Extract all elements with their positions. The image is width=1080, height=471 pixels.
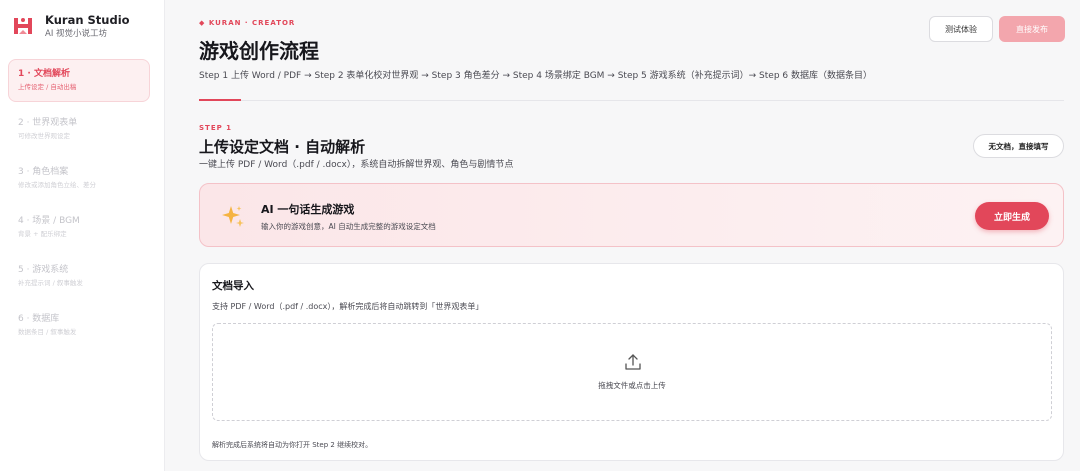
test-experience-button[interactable]: 测试体验: [929, 16, 993, 42]
sidebar-item-subtitle: 可修改世界观设定: [18, 132, 70, 140]
sidebar-item-game-system[interactable]: 5 · 游戏系统 补充提示词 / 叙事触发: [8, 255, 150, 298]
page-title: 游戏创作流程: [199, 39, 319, 63]
sidebar-item-document-parse[interactable]: 1 · 文档解析 上传设定 / 自动出稿: [8, 59, 150, 102]
brand[interactable]: Kuran Studio AI 视觉小说工坊: [9, 12, 130, 40]
sparkle-icon: [222, 206, 244, 227]
dropzone-text: 拖拽文件或点击上传: [598, 381, 666, 390]
kuran-logo-icon: [9, 12, 37, 40]
import-description: 支持 PDF / Word（.pdf / .docx），解析完成后将自动跳转到「…: [212, 302, 484, 311]
sidebar-item-title: 3 · 角色档案: [18, 167, 69, 177]
step-overview: Step 1 上传 Word / PDF → Step 2 表单化校对世界观 →…: [199, 71, 872, 81]
ai-card-title: AI 一句话生成游戏: [261, 203, 355, 216]
sidebar-item-subtitle: 补充提示词 / 叙事触发: [18, 279, 83, 287]
document-import-card: 文档导入 支持 PDF / Word（.pdf / .docx），解析完成后将自…: [199, 263, 1064, 461]
section-title: 上传设定文档 · 自动解析: [199, 138, 366, 156]
upload-icon: [625, 354, 641, 370]
sidebar-item-title: 4 · 场景 / BGM: [18, 216, 80, 226]
import-footer-note: 解析完成后系统将自动为你打开 Step 2 继续校对。: [212, 441, 373, 449]
sidebar-item-title: 2 · 世界观表单: [18, 118, 78, 128]
sidebar-item-subtitle: 修改或添加角色立绘、差分: [18, 181, 96, 189]
brand-subtitle: AI 视觉小说工坊: [45, 28, 108, 39]
main-content: ◆ KURAN · CREATOR 游戏创作流程 Step 1 上传 Word …: [165, 0, 1080, 471]
section-description: 一键上传 PDF / Word（.pdf / .docx），系统自动拆解世界观、…: [199, 160, 514, 170]
sidebar-item-title: 6 · 数据库: [18, 314, 60, 324]
import-title: 文档导入: [212, 280, 254, 292]
sidebar-item-title: 1 · 文档解析: [18, 69, 70, 79]
publish-button[interactable]: 直接发布: [999, 16, 1065, 42]
sidebar-item-subtitle: 背景 + 配乐绑定: [18, 230, 67, 238]
sidebar-item-title: 5 · 游戏系统: [18, 265, 69, 275]
generate-now-button[interactable]: 立即生成: [975, 202, 1049, 230]
step-label: STEP 1: [199, 124, 233, 132]
ai-card-description: 输入你的游戏创意，AI 自动生成完整的游戏设定文档: [261, 222, 436, 231]
step-nav: 1 · 文档解析 上传设定 / 自动出稿 2 · 世界观表单 可修改世界观设定 …: [8, 59, 150, 353]
header-divider-accent: [199, 99, 241, 101]
sidebar-item-worldview-form[interactable]: 2 · 世界观表单 可修改世界观设定: [8, 108, 150, 151]
fill-directly-button[interactable]: 无文档，直接填写: [973, 134, 1064, 158]
brand-name: Kuran Studio: [45, 12, 130, 27]
sidebar: Kuran Studio AI 视觉小说工坊 1 · 文档解析 上传设定 / 自…: [0, 0, 165, 471]
sidebar-item-subtitle: 数据条目 / 叙事触发: [18, 328, 77, 336]
sidebar-item-character-profile[interactable]: 3 · 角色档案 修改或添加角色立绘、差分: [8, 157, 150, 200]
sidebar-item-database[interactable]: 6 · 数据库 数据条目 / 叙事触发: [8, 304, 150, 347]
file-dropzone[interactable]: 拖拽文件或点击上传: [212, 323, 1052, 421]
header-divider: [199, 100, 1064, 101]
sidebar-item-scene-bgm[interactable]: 4 · 场景 / BGM 背景 + 配乐绑定: [8, 206, 150, 249]
ai-generate-card: AI 一句话生成游戏 输入你的游戏创意，AI 自动生成完整的游戏设定文档 立即生…: [199, 183, 1064, 247]
header-eyebrow: ◆ KURAN · CREATOR: [199, 19, 296, 27]
sidebar-item-subtitle: 上传设定 / 自动出稿: [18, 83, 77, 91]
